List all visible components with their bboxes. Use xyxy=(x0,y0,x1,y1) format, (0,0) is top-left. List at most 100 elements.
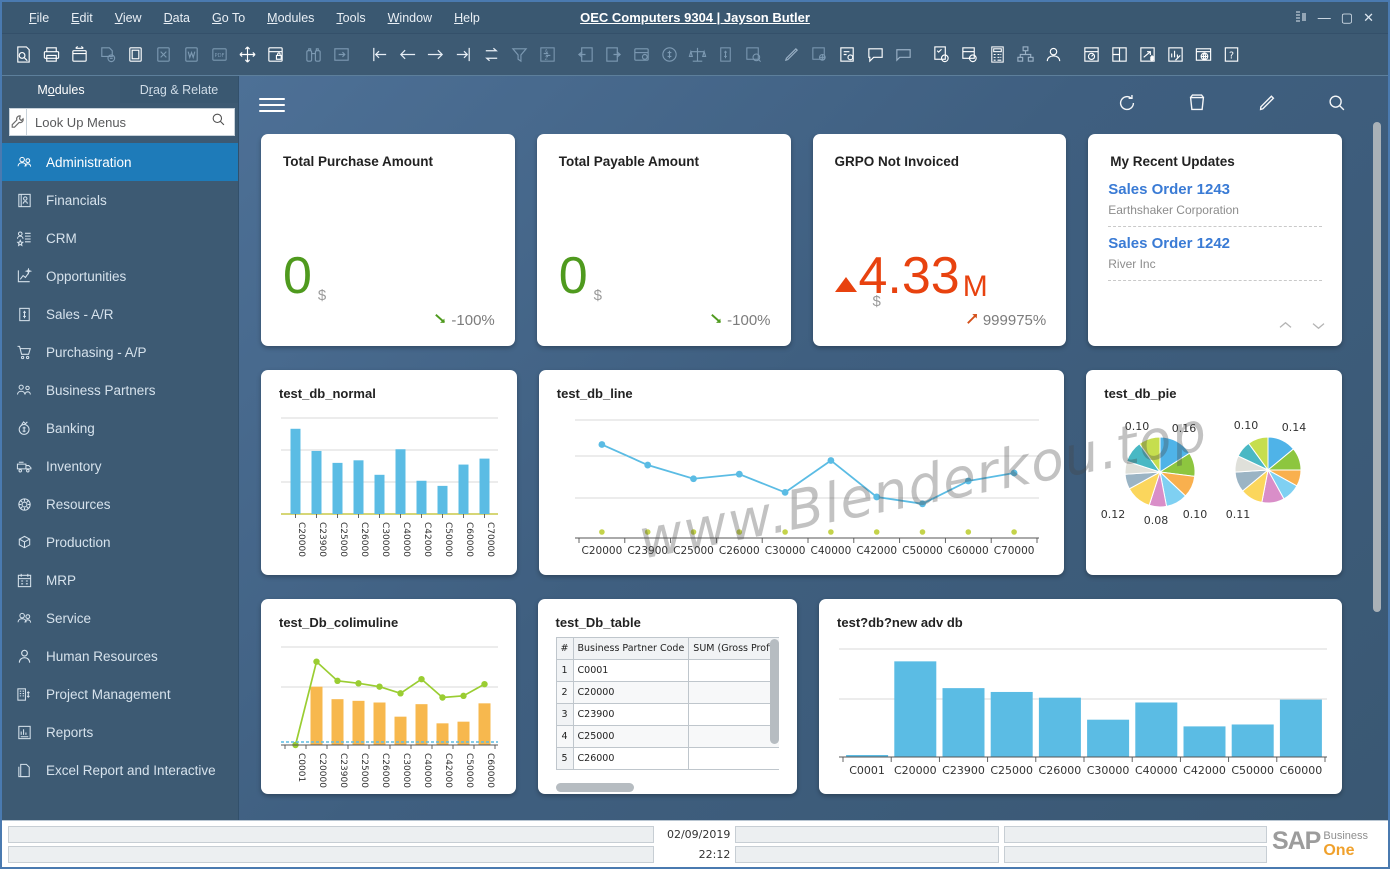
kpi-unit: $ xyxy=(593,287,603,304)
move-icon[interactable] xyxy=(234,40,261,70)
print-layout-icon[interactable] xyxy=(122,40,149,70)
previous-record-icon[interactable] xyxy=(394,40,421,70)
tab-drag-and-relate[interactable]: Drag & Relate xyxy=(120,76,238,103)
cockpit-icon[interactable] xyxy=(1106,40,1133,70)
menu-window[interactable]: Window xyxy=(379,7,441,29)
chart-card-test-db-line[interactable]: test_db_line C20000 C23900 C25000 C26000… xyxy=(538,370,1065,575)
hamburger-menu-icon[interactable] xyxy=(259,94,285,116)
edit-pencil-icon[interactable] xyxy=(1256,92,1278,119)
analytics-icon[interactable] xyxy=(1162,40,1189,70)
chart-card-test-db-new-adv-db[interactable]: test?db?new adv db C0001 C20000 C23900 C… xyxy=(819,599,1342,794)
excel-report-icon xyxy=(14,760,34,780)
messages-icon[interactable] xyxy=(862,40,889,70)
chart-card-test-db-table[interactable]: test_Db_table # Business Partner Code SU… xyxy=(537,599,798,794)
first-record-icon[interactable] xyxy=(366,40,393,70)
menu-tools[interactable]: Tools xyxy=(327,7,374,29)
sidebar-item-opportunities[interactable]: Opportunities xyxy=(2,257,238,295)
sidebar-item-banking[interactable]: Banking xyxy=(2,409,238,447)
recent-update-link[interactable]: Sales Order 1242 xyxy=(1108,235,1322,252)
chevron-down-icon[interactable] xyxy=(1311,318,1326,336)
browser-icon[interactable] xyxy=(1190,40,1217,70)
menu-view[interactable]: View xyxy=(106,7,151,29)
sidebar-item-resources[interactable]: Resources xyxy=(2,485,238,523)
draft-icon[interactable] xyxy=(956,40,983,70)
sidebar-item-reports[interactable]: Reports xyxy=(2,713,238,751)
sidebar-item-business-partners[interactable]: Business Partners xyxy=(2,371,238,409)
menu-modules[interactable]: Modules xyxy=(258,7,323,29)
last-record-icon[interactable] xyxy=(450,40,477,70)
menu-goto[interactable]: Go To xyxy=(203,7,254,29)
table-row[interactable]: 3 C23900 xyxy=(555,703,780,726)
sidebar-item-crm[interactable]: CRM xyxy=(2,219,238,257)
search-icon[interactable] xyxy=(1326,92,1348,119)
list-item[interactable]: Sales Order 1242 River Inc xyxy=(1108,235,1322,281)
find-record-icon[interactable] xyxy=(10,40,37,70)
sidebar-item-sales-ar[interactable]: Sales - A/R xyxy=(2,295,238,333)
layout-icon[interactable] xyxy=(1294,10,1308,26)
svg-text:?: ? xyxy=(1229,50,1234,61)
sidebar-item-label: Administration xyxy=(46,154,132,170)
sidebar-item-label: Financials xyxy=(46,192,107,208)
sidebar-item-production[interactable]: Production xyxy=(2,523,238,561)
recent-updates-card[interactable]: My Recent Updates Sales Order 1243 Earth… xyxy=(1088,134,1342,346)
kpi-card-total-purchase-amount[interactable]: Total Purchase Amount 0 $ -100% xyxy=(261,134,515,346)
sidebar-item-label: Banking xyxy=(46,420,95,436)
table-row[interactable]: 2 C20000 xyxy=(555,681,780,704)
next-record-icon[interactable] xyxy=(422,40,449,70)
kpi-card-grpo-not-invoiced[interactable]: GRPO Not Invoiced 4.33 M $ 999975% xyxy=(812,134,1067,346)
print-preview-icon[interactable] xyxy=(66,40,93,70)
sidebar-item-mrp[interactable]: MRP xyxy=(2,561,238,599)
sidebar-item-purchasing-ap[interactable]: Purchasing - A/P xyxy=(2,333,238,371)
menu-file[interactable]: File xyxy=(20,7,58,29)
status-field-group-right xyxy=(1003,825,1267,863)
sidebar-item-human-resources[interactable]: Human Resources xyxy=(2,637,238,675)
print-icon[interactable] xyxy=(38,40,65,70)
sidebar-item-label: Project Management xyxy=(46,686,171,702)
sales-icon xyxy=(14,304,34,324)
refresh-icon[interactable] xyxy=(1116,92,1138,119)
table-row[interactable]: 5 C26000 xyxy=(555,747,780,770)
chart-area: C0001 C20000 C23900 C25000 C26000 C30000 C4000… xyxy=(819,639,1342,794)
table-row[interactable]: 1 C0001 xyxy=(555,659,780,682)
archive-icon[interactable] xyxy=(1186,92,1208,119)
sidebar-item-service[interactable]: Service xyxy=(2,599,238,637)
user-icon[interactable] xyxy=(1040,40,1067,70)
menu-data[interactable]: Data xyxy=(155,7,199,29)
table-horizontal-scrollbar[interactable] xyxy=(555,783,634,792)
table-row[interactable]: 4 C25000 xyxy=(555,725,780,748)
chart-card-test-db-colimuline[interactable]: test_Db_colimuline C0001 C20000 C23900 C… xyxy=(261,599,516,794)
lock-screen-icon[interactable] xyxy=(262,40,289,70)
approval-icon[interactable] xyxy=(928,40,955,70)
chevron-up-icon[interactable] xyxy=(1278,318,1293,336)
search-icon[interactable] xyxy=(211,112,226,132)
dashboard-icon[interactable] xyxy=(1078,40,1105,70)
minimize-button[interactable]: — xyxy=(1318,11,1331,24)
table-vertical-scrollbar[interactable] xyxy=(770,639,780,744)
menu-edit[interactable]: Edit xyxy=(62,7,102,29)
tab-modules[interactable]: Modules xyxy=(2,76,120,103)
recent-update-link[interactable]: Sales Order 1243 xyxy=(1108,181,1322,198)
sidebar-item-inventory[interactable]: Inventory xyxy=(2,447,238,485)
wrench-icon[interactable] xyxy=(9,108,27,136)
maximize-button[interactable]: ▢ xyxy=(1341,11,1353,24)
sidebar-item-administration[interactable]: Administration xyxy=(2,143,238,181)
chart-card-test-db-pie[interactable]: test_db_pie 0.10 0.16 0.12 0.08 0.10 0.10 0.14… xyxy=(1086,370,1342,575)
sidebar-item-financials[interactable]: Financials xyxy=(2,181,238,219)
search-input[interactable] xyxy=(35,114,211,130)
help-icon[interactable]: ? xyxy=(1218,40,1245,70)
close-button[interactable]: ✕ xyxy=(1363,11,1374,24)
table-wrapper[interactable]: # Business Partner Code SUM (Gross Profi… xyxy=(555,637,780,788)
dashboard-scrollbar[interactable] xyxy=(1373,122,1381,612)
chart-card-test-db-normal[interactable]: test_db_normal C20000 C23900 C25000 C260… xyxy=(261,370,517,575)
form-settings-icon[interactable] xyxy=(834,40,861,70)
list-item[interactable]: Sales Order 1243 Earthshaker Corporation xyxy=(1108,181,1322,227)
calculator-icon[interactable] xyxy=(984,40,1011,70)
trend-icon[interactable]: $ xyxy=(1134,40,1161,70)
menu-help[interactable]: Help xyxy=(445,7,489,29)
cell-index: 4 xyxy=(555,725,574,748)
sidebar-item-project-management[interactable]: Project Management xyxy=(2,675,238,713)
kpi-card-total-payable-amount[interactable]: Total Payable Amount 0 $ -100% xyxy=(536,134,791,346)
refresh-icon[interactable] xyxy=(478,40,505,70)
sidebar-item-excel-report-and-interactive[interactable]: Excel Report and Interactive xyxy=(2,751,238,789)
search-input-wrap[interactable] xyxy=(27,108,235,136)
